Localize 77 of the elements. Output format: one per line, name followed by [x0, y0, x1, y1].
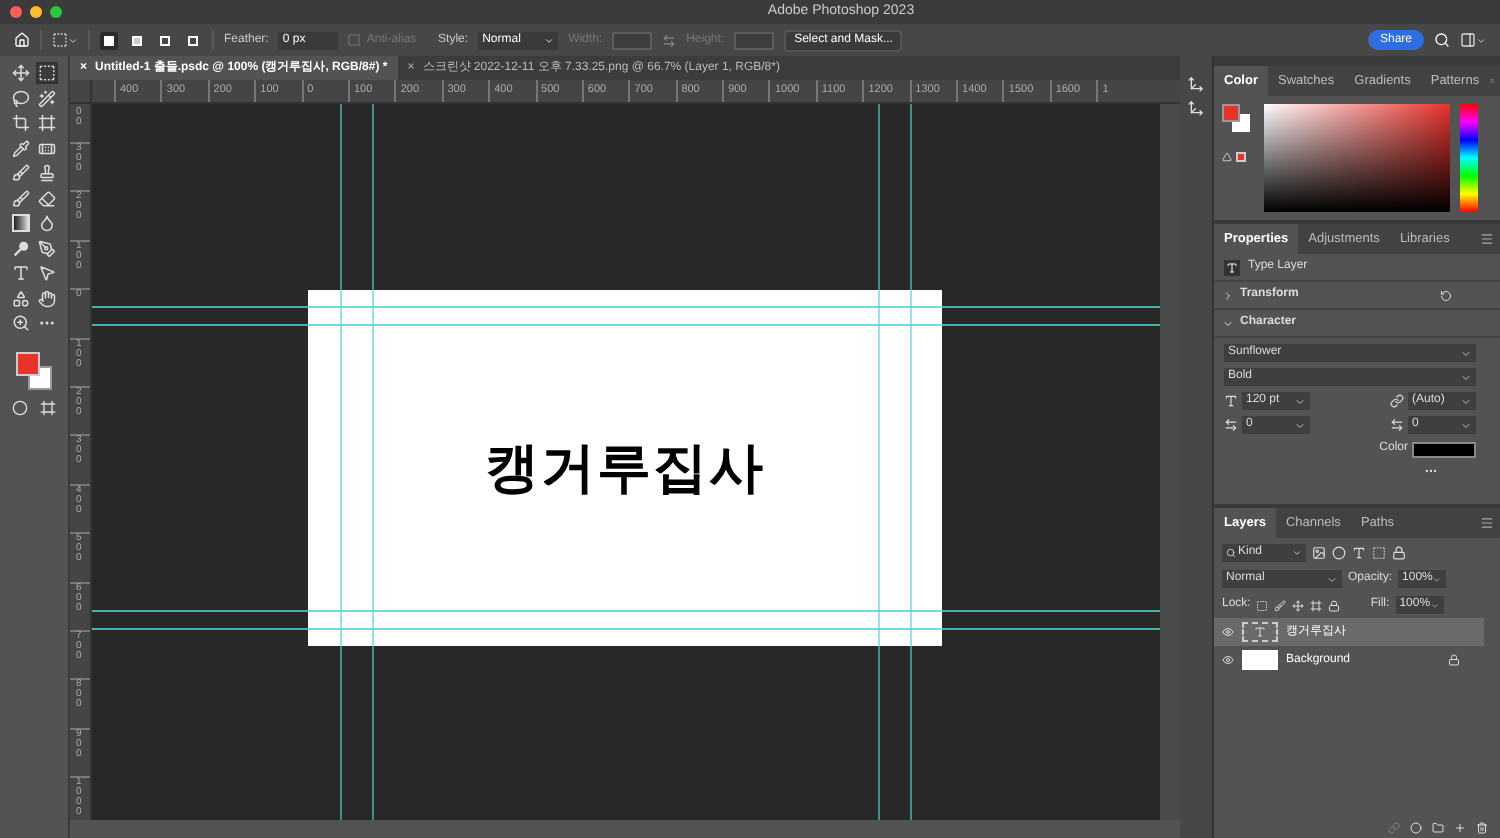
layer-thumbnail	[1242, 650, 1278, 670]
close-window-icon[interactable]	[10, 6, 22, 18]
brush-icon[interactable]	[12, 164, 30, 182]
maximize-window-icon[interactable]	[50, 6, 62, 18]
font-size-icon	[1224, 394, 1238, 408]
search-icon	[1226, 547, 1236, 557]
warning-icon	[1222, 152, 1232, 162]
text-color-swatch[interactable]	[1412, 441, 1476, 457]
lock-position-icon[interactable]	[1292, 599, 1305, 611]
width-field[interactable]	[612, 31, 653, 49]
folder-icon[interactable]	[1432, 822, 1444, 834]
workspace-button[interactable]	[1460, 32, 1486, 48]
lock-all-icon[interactable]	[1328, 599, 1341, 611]
brush-icon[interactable]	[12, 189, 30, 207]
lock-brush-icon[interactable]	[1274, 599, 1287, 611]
gamut-color-swatch[interactable]	[1236, 152, 1246, 162]
adjustment-filter-icon[interactable]	[1332, 545, 1346, 559]
more-options-icon[interactable]	[1424, 464, 1438, 478]
crop-icon[interactable]	[12, 114, 30, 132]
mask-icon[interactable]	[1410, 822, 1422, 834]
chevron-right-icon	[1222, 289, 1234, 301]
leading-icon	[1390, 394, 1404, 408]
move-icon[interactable]	[12, 64, 30, 82]
chevron-down-icon	[68, 35, 78, 45]
type-layer-icon	[1224, 259, 1240, 275]
type-icon[interactable]	[12, 264, 30, 282]
selection-subtract-button[interactable]	[156, 31, 174, 49]
droplet-icon[interactable]	[38, 214, 56, 232]
shapes-icon[interactable]	[12, 289, 30, 307]
kerning-icon	[1224, 418, 1238, 432]
quick-mask-icon[interactable]	[12, 400, 28, 416]
lasso-icon[interactable]	[12, 89, 30, 107]
pointer-icon[interactable]	[38, 264, 56, 282]
document-canvas[interactable]: 캥거루집사	[308, 290, 942, 646]
stamp-icon[interactable]	[38, 164, 56, 182]
dodge-icon[interactable]	[12, 239, 30, 257]
new-layer-icon[interactable]	[1454, 822, 1466, 834]
marquee-tool-button[interactable]	[52, 32, 78, 48]
wand-icon[interactable]	[38, 89, 56, 107]
visibility-icon[interactable]	[1222, 626, 1234, 638]
search-icon[interactable]	[1434, 32, 1450, 48]
chevron-down-icon	[1222, 317, 1234, 329]
chevron-down-icon	[544, 35, 555, 45]
panel-menu-icon[interactable]	[1480, 232, 1494, 246]
pen-icon[interactable]	[38, 239, 56, 257]
chevron-down-icon	[1430, 599, 1440, 611]
marquee-icon[interactable]	[38, 64, 56, 82]
chevron-down-icon	[1476, 35, 1486, 45]
image-filter-icon[interactable]	[1312, 545, 1326, 559]
eyedropper-icon[interactable]	[12, 139, 30, 157]
visibility-icon[interactable]	[1222, 654, 1234, 666]
selection-new-button[interactable]	[100, 31, 118, 49]
zoom-icon[interactable]	[12, 314, 30, 332]
height-field[interactable]	[734, 31, 775, 49]
eraser-icon[interactable]	[38, 189, 56, 207]
panel-menu-icon[interactable]	[1480, 516, 1494, 530]
gradient-icon[interactable]	[12, 214, 30, 232]
color-swatches-drawing[interactable]	[10, 348, 58, 392]
color-swatches-drawing[interactable]	[1222, 104, 1250, 132]
minimize-window-icon[interactable]	[30, 6, 42, 18]
selection-add-button[interactable]	[128, 31, 146, 49]
selection-intersect-button[interactable]	[184, 31, 202, 49]
type-layer-thumbnail	[1242, 622, 1278, 642]
trash-icon[interactable]	[1476, 822, 1488, 834]
bandage-icon[interactable]	[38, 139, 56, 157]
color-field[interactable]	[1264, 104, 1450, 212]
hue-spectrum-bar[interactable]	[1460, 104, 1478, 212]
reset-icon[interactable]	[1440, 289, 1452, 301]
home-icon[interactable]	[14, 32, 30, 48]
canvas-text: 캥거루집사	[485, 435, 765, 502]
hand-icon[interactable]	[38, 289, 56, 307]
tracking-icon	[1390, 418, 1404, 432]
chevron-down-icon	[1292, 547, 1302, 557]
chevron-down-icon	[1432, 573, 1443, 585]
scrollbar-track[interactable]	[1160, 104, 1180, 820]
type-filter-icon[interactable]	[1352, 545, 1366, 559]
chevron-down-icon	[1326, 573, 1338, 585]
